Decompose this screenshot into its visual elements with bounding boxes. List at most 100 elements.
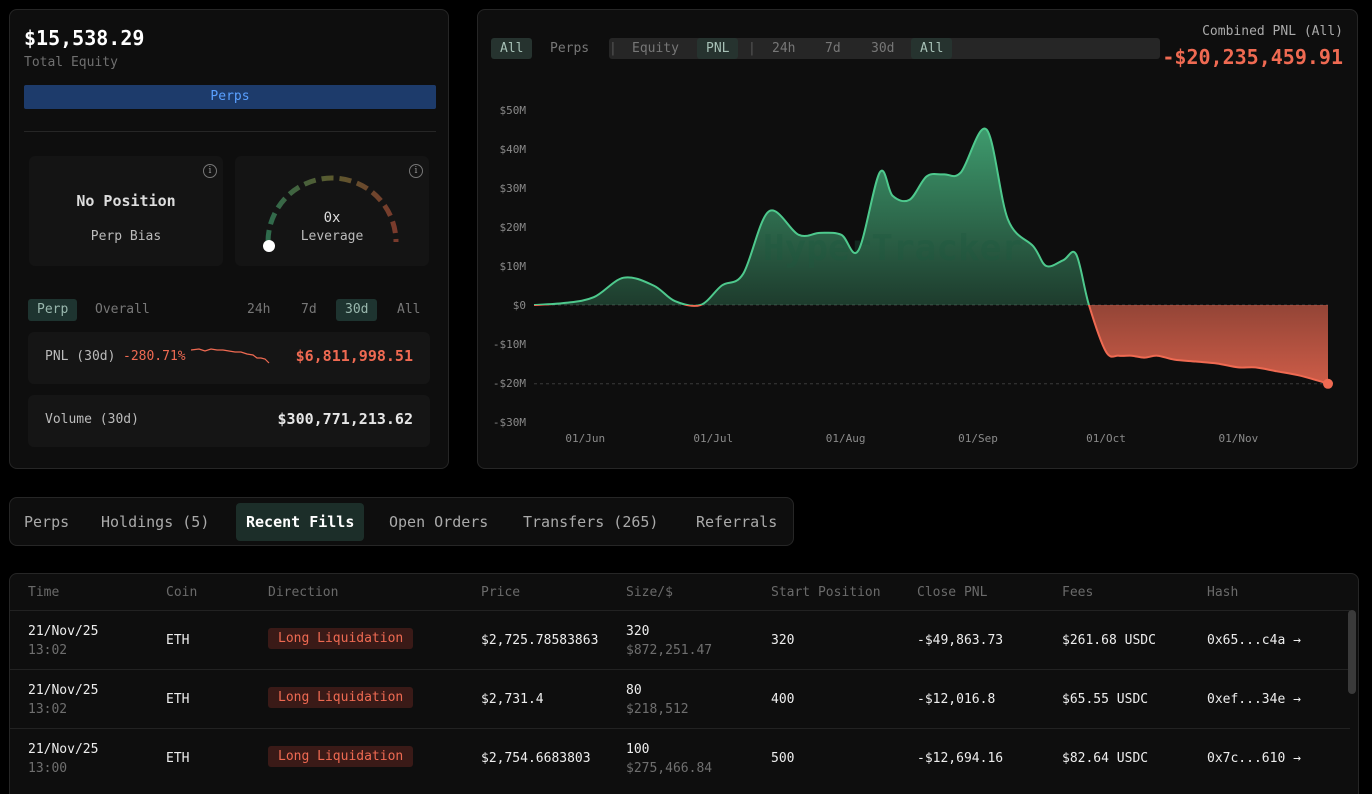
fill-start-position: 400 [771, 692, 795, 707]
tab-holdings[interactable]: Holdings (5) [91, 503, 219, 541]
fill-close-pnl: -$49,863.73 [917, 633, 1004, 648]
fill-date: 21/Nov/25 [28, 624, 99, 639]
pnl-percent: -280.71% [123, 349, 186, 364]
fill-size-usd: $275,466.84 [626, 761, 713, 776]
y-tick-label: $10M [500, 260, 527, 273]
fill-date: 21/Nov/25 [28, 683, 99, 698]
y-tick-label: -$30M [493, 416, 526, 429]
volume-stat-row: Volume (30d) $300,771,213.62 [28, 395, 430, 447]
y-tick-label: $50M [500, 104, 527, 117]
column-header: Close PNL [917, 585, 988, 600]
perp-bias-label: Perp Bias [90, 229, 162, 244]
fill-coin[interactable]: ETH [166, 692, 189, 707]
watermark: HyperTracker [763, 228, 1023, 269]
pnl-label: PNL (30d) [45, 349, 116, 364]
total-equity-label: Total Equity [24, 55, 118, 70]
tab-overall[interactable]: Overall [86, 299, 159, 321]
column-header: Price [481, 585, 521, 600]
volume-value: $300,771,213.62 [277, 410, 413, 428]
tx-hash-link[interactable]: 0x65...c4a → [1207, 633, 1301, 648]
fill-price: $2,754.6683803 [481, 751, 591, 766]
direction-badge: Long Liquidation [268, 687, 414, 708]
account-tabs: Perps Holdings (5) Recent Fills Open Ord… [9, 497, 794, 546]
column-header: Coin [166, 585, 198, 600]
fill-start-position: 500 [771, 751, 795, 766]
x-tick-label: 01/Sep [958, 432, 998, 445]
fill-start-position: 320 [771, 633, 795, 648]
perp-bias-card: i No Position Perp Bias [29, 156, 223, 266]
fill-time: 13:02 [28, 702, 68, 717]
fill-coin[interactable]: ETH [166, 751, 189, 766]
table-scrollbar[interactable] [1348, 610, 1356, 694]
x-tick-label: 01/Nov [1218, 432, 1258, 445]
tab-referrals[interactable]: Referrals [686, 503, 787, 541]
perps-allocation-bar: Perps [24, 85, 436, 109]
info-icon[interactable]: i [203, 164, 217, 178]
tab-30d[interactable]: 30d [336, 299, 378, 321]
pnl-chart-card: All Perps | Equity PNL | 24h 7d 30d All … [477, 9, 1358, 469]
divider [24, 131, 436, 132]
fill-time: 13:02 [28, 643, 68, 658]
column-header: Size/$ [626, 585, 673, 600]
column-header: Direction [268, 585, 339, 600]
tab-transfers[interactable]: Transfers (265) [513, 503, 668, 541]
table-row[interactable]: 21/Nov/25 13:02 ETH Long Liquidation $2,731.… [10, 669, 1350, 728]
table-row[interactable]: 21/Nov/25 13:00 ETH Long Liquidation $2,754.… [10, 728, 1350, 787]
pnl-sparkline [191, 348, 270, 364]
x-tick-label: 01/Jul [693, 432, 733, 445]
tx-hash-link[interactable]: 0xef...34e → [1207, 692, 1301, 707]
y-tick-label: -$10M [493, 338, 526, 351]
fill-fees: $82.64 USDC [1062, 751, 1149, 766]
x-tick-label: 01/Oct [1086, 432, 1126, 445]
fill-fees: $261.68 USDC [1062, 633, 1156, 648]
fill-size-usd: $218,512 [626, 702, 689, 717]
pnl-stat-row: PNL (30d) -280.71% $6,811,998.51 [28, 332, 430, 384]
y-tick-label: $0 [513, 299, 526, 312]
column-header: Time [28, 585, 60, 600]
y-tick-label: $20M [500, 221, 527, 234]
y-tick-label: $30M [500, 182, 527, 195]
fill-time: 13:00 [28, 761, 68, 776]
position-status: No Position [76, 192, 176, 210]
fill-date: 21/Nov/25 [28, 742, 99, 757]
leverage-label: Leverage [300, 229, 364, 244]
tab-recent-fills[interactable]: Recent Fills [236, 503, 365, 541]
direction-badge: Long Liquidation [268, 628, 414, 649]
fill-size: 100 [626, 742, 650, 757]
fill-price: $2,731.4 [481, 692, 544, 707]
leverage-value: 0x [323, 210, 341, 226]
fill-price: $2,725.78583863 [481, 633, 599, 648]
account-summary-card: $15,538.29 Total Equity Perps i No Posit… [9, 9, 449, 469]
x-tick-label: 01/Jun [565, 432, 605, 445]
volume-label: Volume (30d) [45, 412, 139, 427]
column-header: Fees [1062, 585, 1094, 600]
fill-close-pnl: -$12,694.16 [917, 751, 1004, 766]
x-tick-label: 01/Aug [826, 432, 866, 445]
current-value-dot [1323, 378, 1333, 389]
y-tick-label: -$20M [493, 377, 526, 390]
period-tabs: Perp Overall 24h 7d 30d All [28, 299, 434, 321]
y-tick-label: $40M [500, 143, 527, 156]
fill-fees: $65.55 USDC [1062, 692, 1149, 707]
tx-hash-link[interactable]: 0x7c...610 → [1207, 751, 1301, 766]
fill-close-pnl: -$12,016.8 [917, 692, 996, 707]
fill-coin[interactable]: ETH [166, 633, 189, 648]
tab-24h[interactable]: 24h [238, 299, 279, 321]
tab-7d[interactable]: 7d [292, 299, 326, 321]
tab-all[interactable]: All [388, 299, 429, 321]
pnl-value: $6,811,998.51 [295, 347, 413, 365]
direction-badge: Long Liquidation [268, 746, 414, 767]
fill-size: 80 [626, 683, 642, 698]
fill-size: 320 [626, 624, 650, 639]
leverage-card: i 0x Leverage [235, 156, 429, 266]
tab-perps[interactable]: Perps [14, 503, 79, 541]
tab-open-orders[interactable]: Open Orders [379, 503, 498, 541]
total-equity-value: $15,538.29 [24, 26, 145, 50]
column-header: Hash [1207, 585, 1239, 600]
pnl-chart[interactable]: $50M $40M $30M $20M $10M $0 -$10M -$20M -$30M 01/… [478, 10, 1358, 468]
table-row[interactable]: 21/Nov/25 13:02 ETH Long Liquidation $2,725.… [10, 610, 1350, 669]
column-header: Start Position [771, 585, 881, 600]
tab-perp[interactable]: Perp [28, 299, 78, 321]
recent-fills-table: Time Coin Direction Price Size/$ Start Positi… [9, 573, 1359, 794]
fill-size-usd: $872,251.47 [626, 643, 713, 658]
